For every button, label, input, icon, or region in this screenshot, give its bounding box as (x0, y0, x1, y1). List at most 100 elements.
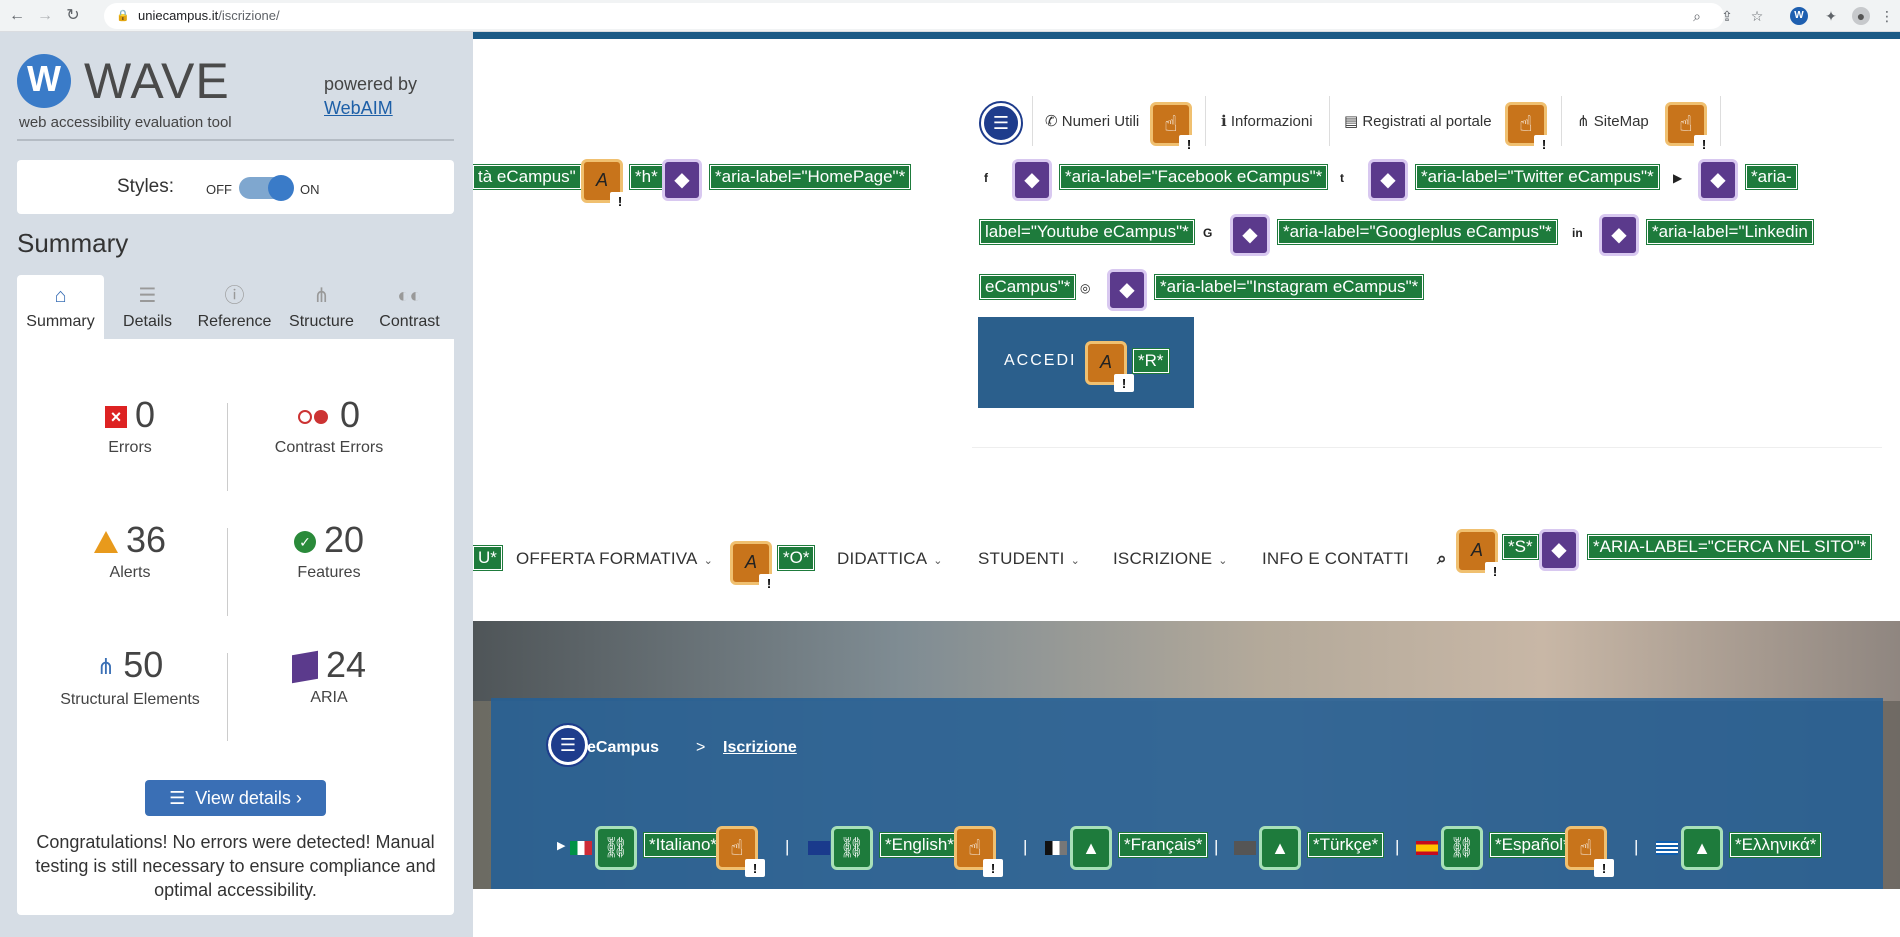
search-icon[interactable]: ⌕ (1437, 549, 1447, 569)
googleplus-icon[interactable]: G (1203, 226, 1212, 240)
alerts-label: Alerts (109, 564, 151, 581)
redundant-link-icon: ☝ (954, 826, 1003, 877)
spain-flag-icon (1416, 841, 1438, 855)
tab-summary[interactable]: ⌂ Summary (17, 275, 104, 339)
top-accent-bar (473, 32, 1900, 39)
accedi-label: ACCEDI (1004, 352, 1077, 369)
wave-logo-icon: W (17, 54, 71, 108)
list-structure-icon: ☰ (546, 723, 590, 767)
greece-flag-icon (1656, 841, 1678, 855)
menu-didattica[interactable]: DIDATTICA ⌄ (837, 549, 943, 569)
menu-didattica-label: DIDATTICA (837, 549, 928, 568)
feature-check-icon: ✓ (293, 531, 316, 554)
accesskey-s: *S* (1502, 534, 1539, 560)
lang-separator: | (1634, 837, 1639, 856)
menu-iscrizione[interactable]: ISCRIZIONE ⌄ (1113, 549, 1228, 569)
lang-ellinika[interactable]: *Ελληνικά* (1728, 832, 1823, 858)
structural-count: 50 (123, 644, 164, 685)
uk-flag-icon (808, 841, 830, 855)
back-icon[interactable]: ← (6, 5, 28, 27)
image-icon: ▲ (1070, 826, 1112, 870)
tab-details[interactable]: ☰ Details (104, 275, 191, 339)
accesskey-r: *R* (1132, 348, 1170, 374)
list-structure-icon: ☰ (979, 101, 1023, 145)
bookmark-star-icon[interactable]: ☆ (1748, 7, 1766, 25)
informazioni-link[interactable]: ℹ Informazioni (1221, 112, 1313, 130)
features-stat: ✓ 20 Features (229, 520, 429, 582)
facebook-icon[interactable]: f (984, 171, 988, 185)
menu-info-contatti[interactable]: INFO E CONTATTI (1262, 549, 1409, 569)
twitter-icon[interactable]: t (1340, 171, 1344, 185)
profile-avatar-icon[interactable]: ● (1852, 7, 1870, 25)
features-count: 20 (323, 519, 365, 560)
aria-tag-icon: ◆ (662, 159, 702, 201)
powered-by: powered by WebAIM (324, 72, 417, 120)
lang-english[interactable]: *English* (879, 832, 960, 858)
aria-tag-icon: ◆ (1539, 529, 1579, 571)
lang-italiano[interactable]: *Italiano* (642, 832, 724, 858)
contrast-error-icon (297, 408, 332, 426)
italy-flag-icon (570, 841, 592, 855)
divider (1205, 96, 1206, 146)
wave-extension-icon[interactable]: W (1790, 7, 1808, 25)
divider (972, 447, 1882, 448)
webaim-link[interactable]: WebAIM (324, 98, 393, 118)
tab-contrast[interactable]: ◐◐ Contrast (365, 275, 454, 339)
forward-icon[interactable]: → (34, 5, 56, 27)
lang-espanol[interactable]: *Español* (1489, 832, 1576, 858)
registrati-link[interactable]: ▤ Registrati al portale (1344, 112, 1492, 130)
chevron-right-icon: > (696, 739, 706, 756)
redundant-link-icon: ☝ (1505, 102, 1554, 153)
menu-kebab-icon[interactable]: ⋮ (1878, 7, 1896, 25)
divider (17, 139, 454, 141)
reload-icon[interactable]: ↻ (62, 5, 84, 27)
lang-separator: | (785, 837, 790, 856)
view-details-button[interactable]: ☰ View details › (145, 780, 326, 816)
styles-toggle[interactable] (239, 175, 294, 201)
linkedin-icon[interactable]: in (1572, 226, 1583, 240)
share-icon[interactable]: ⇪ (1718, 7, 1736, 25)
tab-reference[interactable]: ⓘ Reference (191, 275, 278, 339)
address-bar[interactable]: 🔒 uniecampus.it/iscrizione/ (104, 3, 1724, 29)
youtube-aria-label-start: *aria- (1745, 164, 1798, 190)
accesskey-o: *O* (776, 545, 816, 571)
styles-toggle-box: Styles: OFF ON (17, 160, 454, 214)
tab-structure[interactable]: ⋔ Structure (278, 275, 365, 339)
alerts-count: 36 (125, 519, 167, 560)
instagram-icon[interactable]: ◎ (1080, 281, 1090, 295)
menu-studenti[interactable]: STUDENTI ⌄ (978, 549, 1080, 569)
accesskey-h: *h* (629, 164, 664, 190)
turkey-flag-icon (1234, 841, 1256, 855)
breadcrumb-current[interactable]: Iscrizione (723, 739, 797, 757)
breadcrumb-panel: ☰ eCampus > Iscrizione ▶ ⛓ *Italiano* ☝ … (491, 698, 1883, 889)
registrati-label: Registrati al portale (1362, 113, 1492, 130)
extensions-puzzle-icon[interactable]: ✦ (1822, 7, 1840, 25)
accedi-button[interactable]: ACCEDI A *R* (978, 317, 1194, 408)
zoom-icon[interactable]: ⌕ (1688, 7, 1706, 25)
divider (1720, 96, 1721, 146)
wave-sidebar: W WAVE web accessibility evaluation tool… (0, 32, 473, 937)
divider (227, 653, 228, 741)
youtube-aria-label-end: label="Youtube eCampus"* (979, 219, 1195, 245)
menu-offerta-formativa[interactable]: OFFERTA FORMATIVA ⌄ (516, 549, 713, 569)
sitemap-link[interactable]: ⋔ SiteMap (1577, 112, 1649, 130)
aria-tag-icon: ◆ (1698, 159, 1738, 201)
sitemap-icon: ⋔ (313, 285, 330, 307)
breadcrumb-home-link[interactable]: eCampus (587, 739, 659, 757)
numeri-utili-link[interactable]: ✆ Numeri Utili (1045, 112, 1139, 130)
aria-label: ARIA (310, 689, 348, 706)
caret-right-icon: ▶ (557, 840, 566, 852)
linkedin-aria-label-start: *aria-label="Linkedin (1646, 219, 1814, 245)
contrast-errors-label: Contrast Errors (274, 439, 384, 456)
menu-studenti-label: STUDENTI (978, 549, 1065, 568)
structural-stat: ⋔ 50 Structural Elements (30, 645, 230, 709)
web-page: tà eCampus" A *h* ◆ *aria-label="HomePag… (473, 32, 1900, 937)
hero-building-image (473, 621, 1900, 701)
lang-turkce[interactable]: *Türkçe* (1306, 832, 1385, 858)
lang-francais[interactable]: *Français* (1117, 832, 1209, 858)
youtube-icon[interactable]: ▶ (1673, 171, 1682, 185)
error-icon: × (104, 406, 127, 429)
toggle-knob (268, 175, 294, 201)
contrast-errors-stat: 0 Contrast Errors (229, 395, 429, 457)
image-icon: ▲ (1259, 826, 1301, 870)
